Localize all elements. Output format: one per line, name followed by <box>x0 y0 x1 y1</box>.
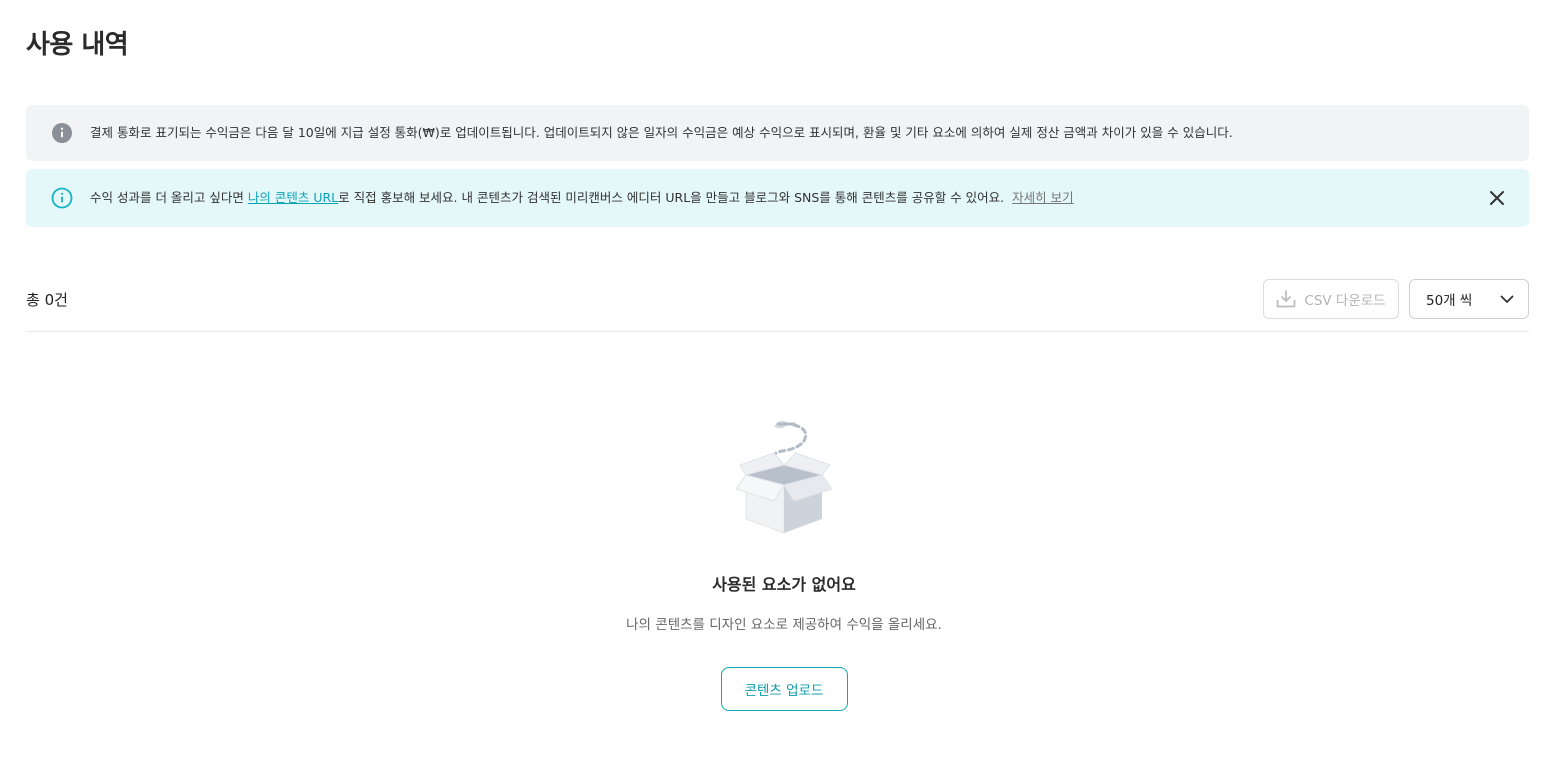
promo-notice: 수익 성과를 더 올리고 싶다면 나의 콘텐츠 URL로 직접 홍보해 보세요.… <box>26 169 1529 227</box>
upload-content-button[interactable]: 콘텐츠 업로드 <box>720 667 848 711</box>
toolbar-divider <box>26 331 1529 332</box>
page-title: 사용 내역 <box>26 30 129 60</box>
csv-download-button[interactable]: CSV 다운로드 <box>1263 279 1399 319</box>
info-notice: 결제 통화로 표기되는 수익금은 다음 달 10일에 지급 설정 통화(₩)로 … <box>26 105 1529 161</box>
page-size-select[interactable]: 50개 씩 <box>1409 279 1529 319</box>
usage-history-page: 사용 내역 결제 통화로 표기되는 수익금은 다음 달 10일에 지급 설정 통… <box>0 0 1568 761</box>
promo-text-after: 로 직접 홍보해 보세요. 내 콘텐츠가 검색된 미리캔버스 에디터 URL을 … <box>338 190 1005 206</box>
page-size-value: 50개 씩 <box>1426 293 1473 309</box>
empty-state-description: 나의 콘텐츠를 디자인 요소로 제공하여 수익을 올리세요. <box>626 617 942 633</box>
info-outline-icon <box>50 186 74 210</box>
chevron-down-icon <box>1500 295 1514 303</box>
list-toolbar: 총 0건 CSV 다운로드 50개 씩 <box>26 279 1529 319</box>
close-notice-button[interactable] <box>1485 186 1509 210</box>
empty-box-icon <box>735 420 833 534</box>
promo-notice-text: 수익 성과를 더 올리고 싶다면 나의 콘텐츠 URL로 직접 홍보해 보세요.… <box>90 189 1485 207</box>
promo-text-before: 수익 성과를 더 올리고 싶다면 <box>90 190 248 206</box>
close-icon <box>1490 191 1504 205</box>
empty-state: 사용된 요소가 없어요 나의 콘텐츠를 디자인 요소로 제공하여 수익을 올리세… <box>0 415 1568 711</box>
learn-more-link[interactable]: 자세히 보기 <box>1012 190 1073 205</box>
download-icon <box>1276 290 1296 308</box>
info-notice-text: 결제 통화로 표기되는 수익금은 다음 달 10일에 지급 설정 통화(₩)로 … <box>90 125 1233 141</box>
total-count: 총 0건 <box>26 290 68 309</box>
empty-state-title: 사용된 요소가 없어요 <box>712 575 856 594</box>
csv-download-label: CSV 다운로드 <box>1304 293 1386 309</box>
my-content-url-link[interactable]: 나의 콘텐츠 URL <box>248 190 338 205</box>
info-filled-icon <box>50 121 74 145</box>
